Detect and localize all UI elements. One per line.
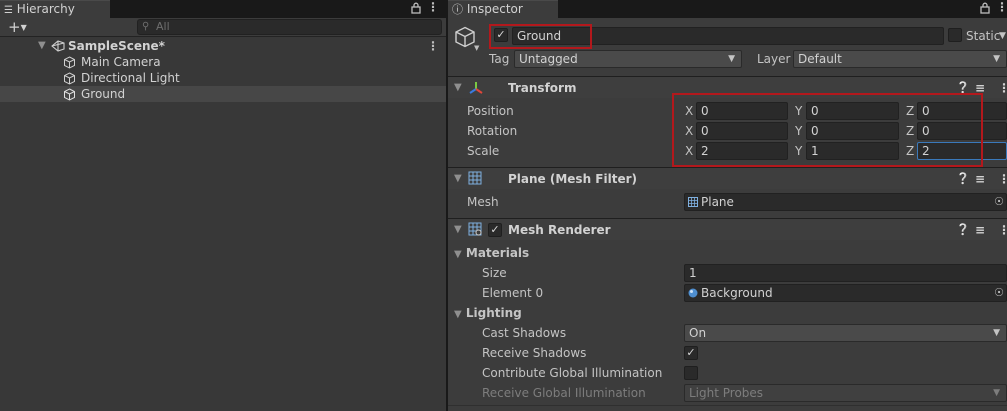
static-dropdown-icon[interactable]: ▼	[999, 27, 1006, 45]
material-sphere-icon	[688, 288, 698, 298]
transform-axis-icon	[468, 80, 484, 96]
tag-value: Untagged	[519, 52, 578, 66]
material-object-field[interactable]: Background ☉	[684, 284, 1007, 302]
mesh-object-field[interactable]: Plane ☉	[684, 193, 1007, 211]
chevron-down-icon: ▼	[993, 328, 1000, 338]
object-label-directional-light: Directional Light	[81, 71, 180, 85]
materials-foldout[interactable]: ▼ Materials	[454, 243, 529, 263]
mesh-value: Plane	[701, 195, 734, 209]
static-label: Static	[966, 29, 1001, 43]
receive-shadows-checkbox[interactable]: ✓	[684, 346, 698, 360]
layer-dropdown[interactable]: Default ▼	[793, 50, 1007, 68]
mesh-renderer-title: Mesh Renderer	[508, 223, 611, 237]
help-icon[interactable]: ❔	[956, 168, 970, 190]
mesh-renderer-enabled-checkbox[interactable]: ✓	[488, 223, 502, 237]
mesh-label: Mesh	[467, 195, 499, 209]
hierarchy-search-input[interactable]: ⚲ All	[137, 19, 442, 35]
hierarchy-tab[interactable]: ☰ Hierarchy	[0, 0, 110, 18]
mesh-renderer-icon	[468, 222, 482, 236]
cast-shadows-dropdown[interactable]: On ▼	[684, 324, 1007, 342]
mesh-grid-icon	[468, 171, 482, 185]
help-icon[interactable]: ❔	[956, 219, 970, 241]
hierarchy-tab-label: Hierarchy	[16, 2, 75, 16]
materials-label: Materials	[465, 246, 530, 260]
inspector-tab[interactable]: ⓘ Inspector	[448, 0, 558, 18]
lighting-foldout[interactable]: ▼ Lighting	[454, 303, 522, 323]
tag-dropdown[interactable]: Untagged ▼	[514, 50, 742, 68]
highlight-box-transform	[672, 93, 983, 167]
highlight-box-name	[489, 24, 592, 49]
gameobject-cube-icon	[454, 26, 476, 48]
element0-label: Element 0	[482, 286, 544, 300]
chevron-down-icon: ▼	[993, 54, 1000, 64]
list-item-selected[interactable]: Ground	[0, 86, 446, 102]
list-item[interactable]: Directional Light	[0, 70, 446, 86]
component-menu-icon[interactable]: ⋮	[998, 77, 1007, 99]
chevron-down-icon: ▼	[993, 388, 1000, 398]
inspector-panel: ⓘ Inspector ⋮ ▼ ✓ Ground Static ▼ Tag Un…	[448, 0, 1007, 411]
hierarchy-menu-icon[interactable]: ⋮	[427, 0, 439, 14]
transform-title: Transform	[508, 81, 577, 95]
gameobject-cube-icon	[63, 72, 76, 85]
lighting-label: Lighting	[465, 306, 522, 320]
scene-row[interactable]: ▼ SampleScene* ⋮	[0, 38, 446, 54]
mesh-filter-header[interactable]: ▼ Plane (Mesh Filter) ❔ ≡ ⋮	[448, 167, 1007, 189]
gameobject-cube-icon	[63, 56, 76, 69]
receive-gi-dropdown: Light Probes ▼	[684, 384, 1007, 402]
mesh-renderer-header[interactable]: ▼ ✓ Mesh Renderer ❔ ≡ ⋮	[448, 218, 1007, 240]
cast-shadows-label: Cast Shadows	[482, 326, 567, 340]
list-icon: ☰	[4, 5, 13, 16]
position-label: Position	[467, 104, 514, 118]
scale-label: Scale	[467, 144, 500, 158]
receive-gi-label: Receive Global Illumination	[482, 386, 646, 400]
add-icon[interactable]: +▼	[8, 19, 27, 38]
preset-sliders-icon[interactable]: ≡	[975, 168, 985, 190]
size-field[interactable]: 1	[684, 264, 1007, 282]
expand-triangle-icon: ▼	[454, 249, 462, 260]
inspector-tab-label: Inspector	[466, 2, 523, 16]
contribute-gi-label: Contribute Global Illumination	[482, 366, 663, 380]
component-menu-icon[interactable]: ⋮	[998, 168, 1007, 190]
tag-label: Tag	[489, 52, 510, 66]
search-icon: ⚲	[142, 21, 150, 32]
expand-triangle-icon[interactable]: ▼	[38, 38, 46, 54]
scene-name: SampleScene*	[68, 39, 165, 53]
layer-label: Layer	[757, 52, 791, 66]
lock-icon[interactable]	[411, 2, 421, 14]
receive-gi-value: Light Probes	[689, 386, 764, 400]
cast-shadows-value: On	[689, 326, 707, 340]
contribute-gi-checkbox[interactable]	[684, 366, 698, 380]
search-placeholder: All	[156, 20, 170, 33]
gameobject-cube-icon	[63, 88, 76, 101]
lock-icon[interactable]	[980, 2, 990, 14]
hierarchy-panel: ☰ Hierarchy ⋮ +▼ ⚲ All ▼ SampleScene* ⋮ …	[0, 0, 446, 411]
icon-dropdown-icon[interactable]: ▼	[474, 44, 479, 52]
unity-scene-icon	[51, 40, 65, 52]
mesh-filter-title: Plane (Mesh Filter)	[508, 172, 637, 186]
scene-menu-icon[interactable]: ⋮	[427, 38, 439, 54]
chevron-down-icon: ▼	[728, 54, 735, 64]
component-menu-icon[interactable]: ⋮	[998, 219, 1007, 241]
expand-triangle-icon[interactable]: ▼	[454, 219, 462, 241]
rotation-label: Rotation	[467, 124, 518, 138]
next-section-edge	[448, 405, 1007, 411]
layer-value: Default	[798, 52, 842, 66]
receive-shadows-label: Receive Shadows	[482, 346, 587, 360]
expand-triangle-icon[interactable]: ▼	[454, 168, 462, 190]
info-icon: ⓘ	[452, 3, 463, 16]
size-label: Size	[482, 266, 507, 280]
object-label-main-camera: Main Camera	[81, 55, 161, 69]
list-item[interactable]: Main Camera	[0, 54, 446, 70]
object-label-ground: Ground	[81, 87, 126, 101]
inspector-menu-icon[interactable]: ⋮	[996, 0, 1007, 14]
static-checkbox[interactable]	[948, 28, 962, 42]
preset-sliders-icon[interactable]: ≡	[975, 219, 985, 241]
object-picker-icon[interactable]: ☉	[994, 194, 1004, 210]
element0-value: Background	[701, 286, 773, 300]
object-picker-icon[interactable]: ☉	[994, 285, 1004, 301]
expand-triangle-icon[interactable]: ▼	[454, 77, 462, 99]
mesh-grid-icon	[688, 197, 698, 207]
expand-triangle-icon: ▼	[454, 309, 462, 320]
